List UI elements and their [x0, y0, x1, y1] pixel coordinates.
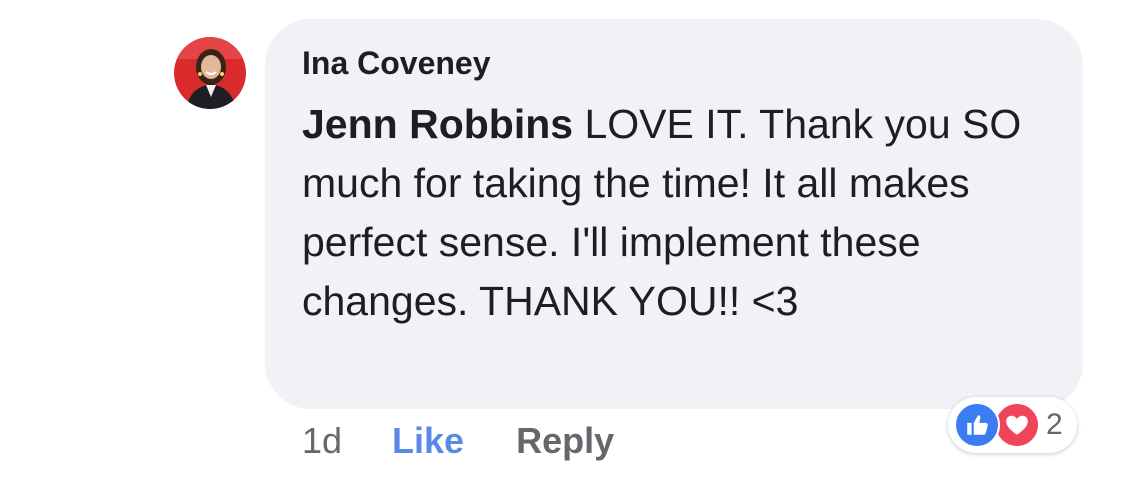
reply-button[interactable]: Reply [516, 420, 614, 462]
timestamp[interactable]: 1d [302, 420, 342, 462]
avatar-photo [174, 37, 246, 109]
comment-actions: 1d Like Reply [302, 416, 614, 466]
comment: Ina Coveney Jenn Robbins LOVE IT. Thank … [0, 0, 1125, 498]
mention-link[interactable]: Jenn Robbins [302, 101, 573, 147]
comment-text: Jenn Robbins LOVE IT. Thank you SO much … [302, 95, 1072, 331]
like-button[interactable]: Like [392, 420, 464, 462]
reaction-count: 2 [1046, 408, 1063, 441]
love-icon [994, 402, 1040, 448]
comment-author[interactable]: Ina Coveney [302, 45, 491, 82]
like-icon [954, 402, 1000, 448]
avatar[interactable] [174, 37, 246, 109]
reaction-summary[interactable]: 2 [948, 397, 1077, 453]
